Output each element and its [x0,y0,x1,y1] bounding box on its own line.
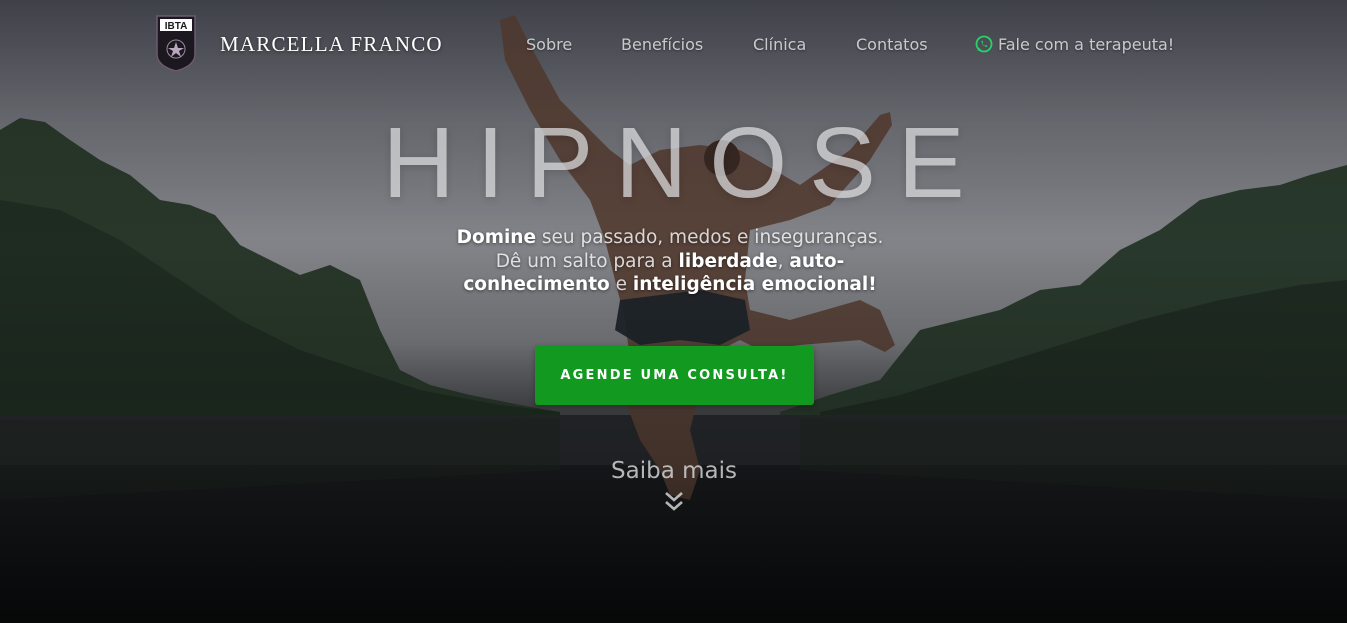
hero-title: HIPNOSE [382,107,987,219]
hero-section [0,0,1347,623]
nav-item-clinica[interactable]: Clínica [753,35,806,54]
nav-item-fale-label: Fale com a terapeuta! [998,35,1175,54]
logo-text: IBTA [165,21,188,32]
ibta-logo-icon[interactable]: IBTA [155,14,197,72]
tagline-strong-inteligencia: inteligência emocional! [632,274,877,295]
brand-name[interactable]: MARCELLA FRANCO [220,32,443,57]
tagline-strong-liberdade: liberdade [678,250,778,272]
tagline-strong-conhecimento: conhecimento [463,274,610,295]
hero-tagline: Domine seu passado, medos e inseguranças… [430,226,910,297]
whatsapp-icon [975,35,993,53]
tagline-text: Dê um salto para a [495,250,679,272]
tagline-strong-domine: Domine [456,227,537,248]
nav-item-sobre[interactable]: Sobre [526,35,572,54]
learn-more-link[interactable]: Saiba mais [574,458,774,484]
tagline-text: seu passado, medos e inseguranças. [536,227,884,248]
hero-overlay [0,0,1347,623]
tagline-text: e [609,274,633,295]
tagline-text: , [777,250,790,272]
nav-item-fale-com-terapeuta[interactable]: Fale com a terapeuta! [975,35,1174,54]
nav-item-contatos[interactable]: Contatos [856,35,928,54]
nav-item-beneficios[interactable]: Benefícios [621,35,703,54]
double-chevron-down-icon[interactable] [664,491,684,513]
schedule-consultation-button[interactable]: AGENDE UMA CONSULTA! [535,346,814,405]
tagline-strong-auto: auto- [789,250,845,272]
